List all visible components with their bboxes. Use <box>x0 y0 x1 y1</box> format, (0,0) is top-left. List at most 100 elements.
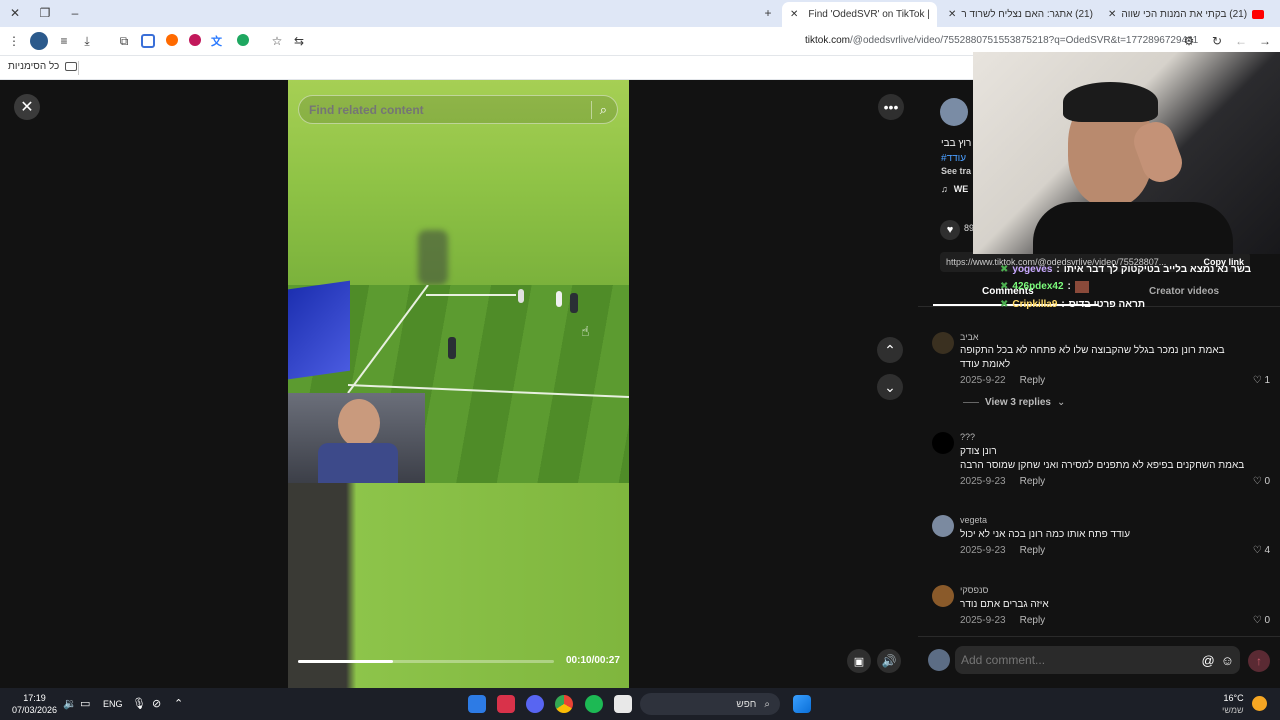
discord-icon[interactable] <box>526 695 544 713</box>
file-explorer-icon[interactable] <box>614 695 632 713</box>
comment-user[interactable]: ??? <box>960 432 975 442</box>
close-tab-icon[interactable]: ✕ <box>948 9 956 20</box>
url-path: /@odedsvrlive/video/7552880751553875218?… <box>850 35 1199 46</box>
download-icon[interactable]: ⤓ <box>78 32 96 50</box>
creator-avatar[interactable] <box>940 98 968 126</box>
video-player[interactable]: ☝ <box>288 80 629 688</box>
streamer-webcam <box>973 52 1280 254</box>
chevron-down-icon: ⌄ <box>1056 397 1066 408</box>
reply-button[interactable]: Reply <box>1020 476 1046 487</box>
comment-text: עודד פתח אותו כמה רונן בכה אני לא יכול <box>960 529 1131 540</box>
extensions-icon[interactable]: ⧉ <box>115 32 133 50</box>
chat-overlay: ✖ yogeves : בשר נא נמצא בלייב בטיקטוק לך… <box>1000 264 1251 310</box>
tab-groups-icon[interactable] <box>141 34 155 48</box>
menu-dots-icon[interactable]: ⋮ <box>5 32 23 50</box>
chrome-icon[interactable] <box>555 695 573 713</box>
app-icon[interactable] <box>497 695 515 713</box>
tab-tiktok[interactable]: ✕ Find 'OdedSVR' on TikTok | <box>782 2 937 27</box>
comment-input-box[interactable]: @ ☺ <box>955 646 1240 674</box>
close-window-icon[interactable]: ✕ <box>6 4 24 22</box>
grammarly-icon[interactable] <box>237 34 249 46</box>
minimize-window-icon[interactable]: – <box>66 4 84 22</box>
like-button[interactable]: ♥ <box>940 220 960 240</box>
tab-youtube-2[interactable]: ✕ (21) אתגר: האם נצליח לשרוד ר <box>940 3 1100 25</box>
comment-date: 2025-9-23 <box>960 545 1006 556</box>
weather-label: שמשי <box>1222 705 1244 715</box>
more-icon: ••• <box>883 99 899 115</box>
mention-icon[interactable]: @ <box>1202 653 1215 668</box>
network-icon[interactable]: ▭ <box>80 697 90 710</box>
taskbar-search-label: חפש <box>736 698 757 710</box>
comment-input[interactable] <box>961 653 1198 667</box>
language-indicator[interactable]: ENG <box>103 699 123 709</box>
extension-orange-icon[interactable] <box>166 34 178 46</box>
avatar[interactable] <box>932 585 954 607</box>
browser-tab-bar: ✕ ❐ – + ✕ Find 'OdedSVR' on TikTok | ✕ (… <box>0 0 1280 27</box>
comment-item: ??? רונן צודק באמת השחקנים בפיפא לא מתפנ… <box>932 432 1272 492</box>
comment-date: 2025-9-22 <box>960 375 1006 386</box>
avatar[interactable] <box>932 432 954 454</box>
chat-user: yogeves <box>1012 264 1053 275</box>
volume-button[interactable]: 🔊 <box>877 649 901 673</box>
related-search-input[interactable] <box>309 102 583 117</box>
new-tab-icon[interactable]: + <box>759 4 777 22</box>
avatar[interactable] <box>932 332 954 354</box>
post-comment-button[interactable]: ↑ <box>1248 650 1270 672</box>
windows-start-icon[interactable] <box>793 695 811 713</box>
close-viewer-button[interactable]: ✕ <box>14 94 40 120</box>
reload-icon[interactable]: ↻ <box>1208 32 1226 50</box>
site-settings-icon[interactable]: ⚙ <box>1180 32 1198 50</box>
close-tab-icon[interactable]: ✕ <box>790 9 798 20</box>
mic-icon[interactable]: 🎙 <box>132 697 146 710</box>
related-search-box[interactable]: ⌕ <box>298 95 618 124</box>
reply-button[interactable]: Reply <box>1020 375 1046 386</box>
speaker-icon[interactable]: 🔉 <box>63 697 77 710</box>
all-bookmarks-button[interactable]: כל הסימניות <box>8 61 78 72</box>
view-replies-button[interactable]: View 3 replies ⌄ <box>963 397 1065 408</box>
weather[interactable]: 16°C שמשי <box>1222 692 1244 716</box>
comment-user[interactable]: vegeta <box>960 515 987 525</box>
more-options-button[interactable]: ••• <box>878 94 904 120</box>
spotify-icon[interactable] <box>585 695 603 713</box>
comment-like[interactable]: ♡ 0 <box>1253 476 1270 487</box>
clock[interactable]: 17:19 07/03/2026 <box>12 692 57 716</box>
sun-icon <box>1252 696 1267 711</box>
close-tab-icon[interactable]: ✕ <box>1108 9 1116 20</box>
widgets-icon[interactable] <box>468 695 486 713</box>
tab-youtube-1[interactable]: ✕ (21) בקתי את המנות הכי שווה <box>1100 3 1280 25</box>
bookmark-star-icon[interactable]: ☆ <box>268 32 286 50</box>
install-app-icon[interactable]: ⇆ <box>290 32 308 50</box>
reply-button[interactable]: Reply <box>1020 615 1046 626</box>
extension-pink-icon[interactable] <box>189 34 201 46</box>
previous-video-button[interactable]: ⌃ <box>877 337 903 363</box>
next-video-button[interactable]: ⌄ <box>877 374 903 400</box>
taskbar-search[interactable]: חפש ⌕ <box>640 693 780 715</box>
back-icon[interactable]: → <box>1256 32 1274 50</box>
comment-like[interactable]: ♡ 4 <box>1253 545 1270 556</box>
comment-user[interactable]: סנפסקי <box>960 585 988 595</box>
reading-list-icon[interactable]: ≡ <box>55 32 73 50</box>
comment-user[interactable]: אביב <box>960 332 979 342</box>
emoji-icon[interactable]: ☺ <box>1221 653 1234 668</box>
hashtag-link[interactable]: #עודד <box>941 153 966 164</box>
restore-window-icon[interactable]: ❐ <box>36 4 54 22</box>
progress-track[interactable] <box>298 660 554 663</box>
search-icon[interactable]: ⌕ <box>600 102 607 118</box>
cursor-icon: ☝ <box>581 323 590 339</box>
avatar[interactable] <box>932 515 954 537</box>
forward-icon[interactable]: ← <box>1232 32 1250 50</box>
reply-button[interactable]: Reply <box>1020 545 1046 556</box>
comment-like[interactable]: ♡ 0 <box>1253 615 1270 626</box>
comment-like[interactable]: ♡ 1 <box>1253 375 1270 386</box>
url-field[interactable]: tiktok.com/@odedsvrlive/video/7552880751… <box>805 35 1198 46</box>
divider <box>590 100 592 119</box>
see-translation-link[interactable]: See tra <box>941 166 971 176</box>
chevron-up-icon[interactable]: ⌃ <box>174 697 183 710</box>
profile-avatar[interactable] <box>30 32 48 50</box>
extension-translate-icon[interactable]: 文 <box>211 33 222 49</box>
notifications-off-icon[interactable]: ⊘ <box>152 697 161 710</box>
pip-button[interactable]: ▣ <box>847 649 871 673</box>
heart-outline-icon: ♡ <box>1252 476 1262 487</box>
comment-text: באמת השחקנים בפיפא לא מתפנים למסירה ואני… <box>960 460 1245 471</box>
music-row[interactable]: ♫ WE <box>941 184 968 194</box>
